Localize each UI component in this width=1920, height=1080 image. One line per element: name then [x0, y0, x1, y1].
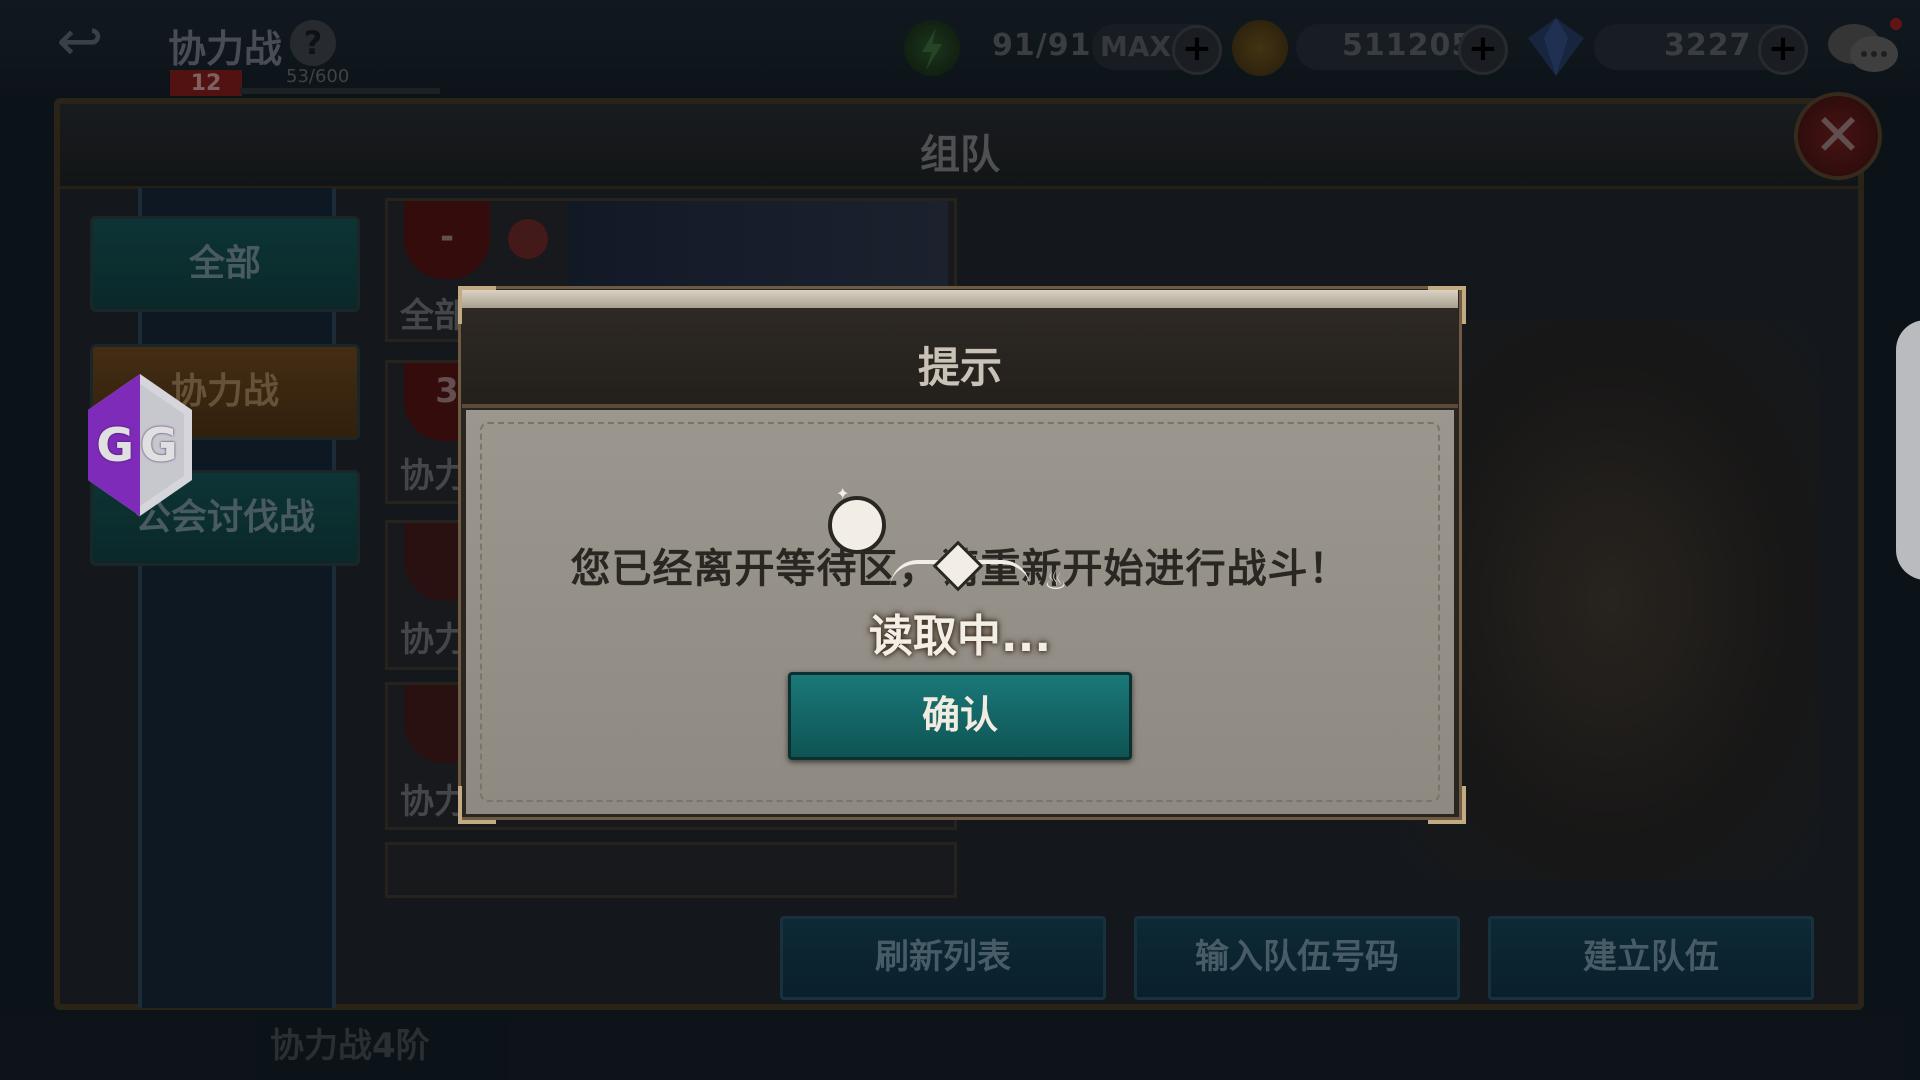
- dialog-corner-ornament: [458, 786, 496, 824]
- confirm-button[interactable]: 确认: [788, 672, 1132, 760]
- loading-orb-icon: [828, 496, 886, 554]
- dialog-corner-ornament: [1428, 786, 1466, 824]
- dialog-corner-ornament: [458, 286, 496, 324]
- dialog-title: 提示: [917, 343, 1002, 392]
- loading-indicator: 读取中...: [868, 611, 1052, 662]
- dialog-corner-ornament: [1428, 286, 1466, 324]
- loading-flame-icon: ♨: [1044, 566, 1068, 596]
- dialog-top-strip: [462, 290, 1458, 308]
